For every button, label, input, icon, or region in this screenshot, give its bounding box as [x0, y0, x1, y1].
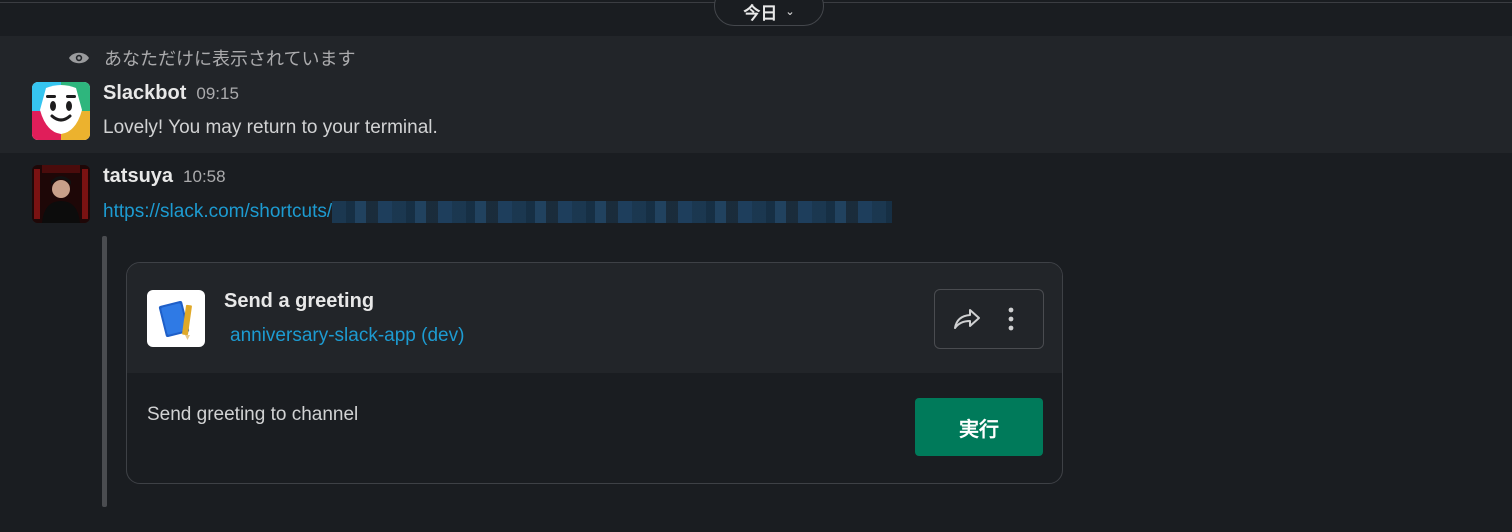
slackbot-icon	[32, 82, 90, 140]
user-avatar[interactable]	[32, 165, 90, 223]
user-photo-icon	[32, 165, 90, 223]
share-icon[interactable]	[947, 299, 987, 339]
shortcut-card: Send a greeting anniversary-slack-app (d…	[126, 262, 1063, 484]
redacted-link-segment	[332, 201, 893, 223]
card-actions	[934, 289, 1044, 349]
more-vertical-icon[interactable]	[991, 299, 1031, 339]
message-text: Lovely! You may return to your terminal.	[103, 117, 438, 138]
run-button[interactable]: 実行	[915, 398, 1043, 456]
slackbot-avatar[interactable]	[32, 82, 90, 140]
shortcut-link[interactable]: https://slack.com/shortcuts/	[103, 198, 893, 226]
eye-icon	[69, 52, 89, 64]
attachment-bar	[102, 236, 107, 507]
sender-name[interactable]: Slackbot	[103, 82, 186, 105]
app-name-link[interactable]: anniversary-slack-app (dev)	[230, 325, 464, 347]
message-timestamp[interactable]: 10:58	[183, 167, 226, 187]
card-title: Send a greeting	[224, 290, 375, 312]
date-divider-button[interactable]: 今日 ⌄	[714, 0, 824, 26]
message-timestamp[interactable]: 09:15	[196, 84, 239, 104]
chevron-down-icon: ⌄	[785, 5, 795, 18]
card-header	[127, 263, 1062, 373]
card-description: Send greeting to channel	[147, 404, 359, 425]
notebook-icon	[147, 290, 205, 347]
visibility-notice: あなただけに表示されています	[68, 46, 355, 70]
shortcut-link-text: https://slack.com/shortcuts/	[103, 201, 333, 222]
sender-name[interactable]: tatsuya	[103, 165, 173, 188]
visibility-notice-text: あなただけに表示されています	[104, 49, 356, 69]
date-label: 今日	[743, 3, 778, 23]
slackbot-header: Slackbot 09:15	[103, 82, 239, 105]
user-message-header: tatsuya 10:58	[103, 165, 226, 188]
